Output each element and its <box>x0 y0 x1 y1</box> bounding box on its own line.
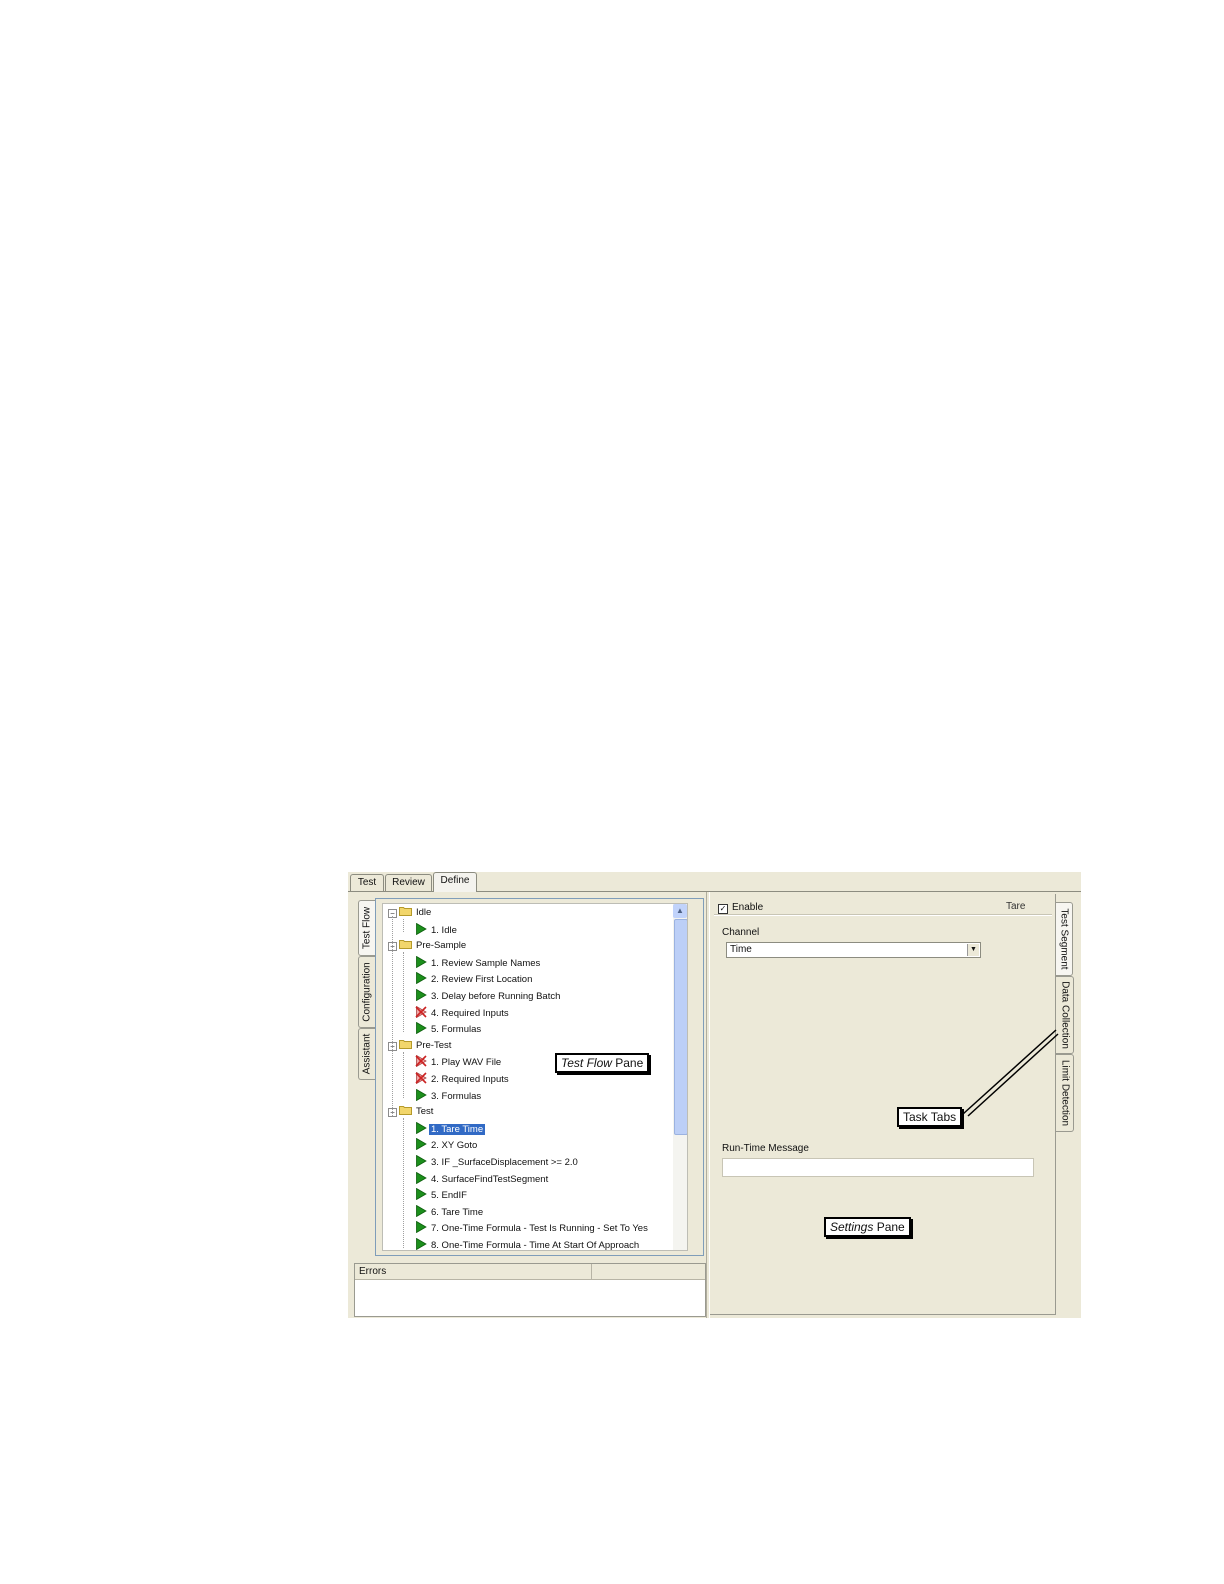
folder-icon <box>399 1106 412 1116</box>
tree-item[interactable]: 3. Formulas <box>415 1088 483 1103</box>
tree-item[interactable]: 3. IF _SurfaceDisplacement >= 2.0 <box>415 1155 580 1169</box>
tree-item-label: 5. EndIF <box>431 1190 467 1202</box>
tree-item-label: 2. Required Inputs <box>431 1074 509 1085</box>
play-icon <box>416 1188 427 1201</box>
tree-item[interactable]: 6. Tare Time <box>415 1204 485 1219</box>
tab-assistant-label: Assistant <box>361 1033 373 1075</box>
task-tabs-callout: Task Tabs <box>897 1107 963 1127</box>
settings-pane-callout: Settings Pane <box>824 1217 911 1237</box>
tree-scrollbar[interactable]: ▲ <box>673 904 687 1250</box>
tree-item-label: 2. XY Goto <box>431 1140 478 1152</box>
disabled-step-icon <box>415 1005 427 1018</box>
tab-test-segment-label: Test Segment <box>1058 908 1069 970</box>
tree-item[interactable]: 4. Required Inputs <box>415 1005 511 1020</box>
tree-item-label: 1. Review Sample Names <box>431 957 541 969</box>
tree-connector <box>403 1118 404 1248</box>
tree-item-label: 4. Required Inputs <box>431 1007 509 1019</box>
tree-item[interactable]: 4. SurfaceFindTestSegment <box>415 1171 550 1186</box>
play-icon <box>416 1155 427 1167</box>
tree-item[interactable]: 2. Required Inputs <box>415 1072 511 1086</box>
tree-item-label: 3. IF _SurfaceDisplacement >= 2.0 <box>431 1157 578 1168</box>
disabled-step-icon <box>415 1072 427 1084</box>
play-icon <box>416 1138 427 1151</box>
tree-group-label: Pre-Sample <box>416 940 467 952</box>
errors-panel: Errors <box>354 1263 706 1317</box>
play-icon <box>416 922 427 935</box>
tree-group[interactable]: Pre-Sample <box>399 939 468 953</box>
tree-item[interactable]: 2. Review First Location <box>415 972 534 986</box>
play-icon <box>416 1171 427 1184</box>
tree-connector <box>403 919 404 933</box>
tree-group[interactable]: Idle <box>399 906 433 920</box>
tree-item-label: 6. Tare Time <box>431 1206 484 1218</box>
play-icon <box>416 1238 427 1250</box>
errors-header: Errors <box>355 1264 705 1280</box>
tab-define[interactable]: Define <box>433 872 477 892</box>
tree-item[interactable]: 1. Tare Time <box>415 1121 486 1136</box>
task-tabs-pointer <box>962 1029 1059 1117</box>
callout-italic: Settings <box>830 1220 874 1234</box>
tree-item-label: 1. Tare Time <box>429 1123 486 1135</box>
tree-item-label: 3. Delay before Running Batch <box>431 991 561 1002</box>
tree-item[interactable]: 7. One-Time Formula - Test Is Running - … <box>415 1221 650 1235</box>
tree-group[interactable]: Pre-Test <box>399 1039 453 1053</box>
tab-test-flow-label: Test Flow <box>361 906 373 950</box>
tab-review[interactable]: Review <box>385 874 432 891</box>
play-icon <box>416 955 427 968</box>
tab-test-segment[interactable]: Test Segment <box>1055 902 1073 976</box>
tree-item[interactable]: 1. Idle <box>415 922 459 937</box>
tab-test[interactable]: Test <box>350 874 384 891</box>
tree-connector <box>403 1051 404 1099</box>
play-icon <box>416 1022 427 1035</box>
scroll-thumb[interactable] <box>674 919 687 1135</box>
play-icon <box>416 1221 427 1234</box>
tab-configuration[interactable]: Configuration <box>358 956 375 1028</box>
tree-item-label: 2. Review First Location <box>431 974 533 986</box>
tree-item[interactable]: 8. One-Time Formula - Time At Start Of A… <box>415 1238 641 1251</box>
tree-item[interactable]: 1. Review Sample Names <box>415 955 542 970</box>
test-flow-tree[interactable]: − Idle 1. Idle − Pre-Sample 1. Review Sample … <box>382 903 688 1251</box>
tree-item-label: 5. Formulas <box>431 1024 482 1036</box>
tree-item[interactable]: 1. Play WAV File <box>415 1055 503 1069</box>
play-icon <box>416 1121 427 1134</box>
tree-group-label: Idle <box>416 907 432 918</box>
test-flow-pane: − Idle 1. Idle − Pre-Sample 1. Review Sample … <box>375 898 704 1256</box>
tree-item[interactable]: 2. XY Goto <box>415 1138 479 1152</box>
tree-item-label: 3. Formulas <box>431 1090 482 1102</box>
tree-item[interactable]: 3. Delay before Running Batch <box>415 989 562 1003</box>
tree-group-label: Pre-Test <box>416 1039 452 1051</box>
tree-group-label: Test <box>416 1106 434 1118</box>
disabled-step-icon <box>415 1055 427 1068</box>
tree-item[interactable]: 5. EndIF <box>415 1188 469 1202</box>
test-flow-pane-callout: Test Flow Pane <box>555 1053 650 1073</box>
tree-group[interactable]: Test <box>399 1105 435 1119</box>
scroll-up-icon[interactable]: ▲ <box>673 904 687 918</box>
play-icon <box>416 1088 427 1101</box>
errors-column-divider <box>591 1264 592 1279</box>
tree-item-label: 1. Play WAV File <box>431 1057 502 1069</box>
tree-root-connector <box>392 916 393 1116</box>
tree-item-label: 8. One-Time Formula - Time At Start Of A… <box>431 1240 640 1251</box>
callout-italic: Test Flow <box>561 1056 612 1070</box>
tab-assistant[interactable]: Assistant <box>358 1028 375 1080</box>
folder-icon <box>399 907 412 916</box>
play-icon <box>416 1204 427 1217</box>
play-icon <box>416 972 427 985</box>
tab-configuration-label: Configuration <box>361 962 373 1022</box>
callout-rest: Pane <box>873 1220 905 1234</box>
tab-test-flow[interactable]: Test Flow <box>358 900 375 956</box>
tree-item[interactable]: 5. Formulas <box>415 1022 483 1036</box>
play-icon <box>416 989 427 1001</box>
tree-connector <box>403 952 404 1032</box>
tree-item-label: 7. One-Time Formula - Test Is Running - … <box>431 1223 648 1235</box>
folder-icon <box>399 1039 412 1049</box>
tree-item-label: 4. SurfaceFindTestSegment <box>431 1173 549 1185</box>
callout-rest: Pane <box>611 1056 644 1070</box>
tree-item-label: 1. Idle <box>431 924 457 936</box>
folder-icon <box>399 940 412 950</box>
application-window: Test Review Define Test Flow Configurati… <box>348 872 1081 1318</box>
